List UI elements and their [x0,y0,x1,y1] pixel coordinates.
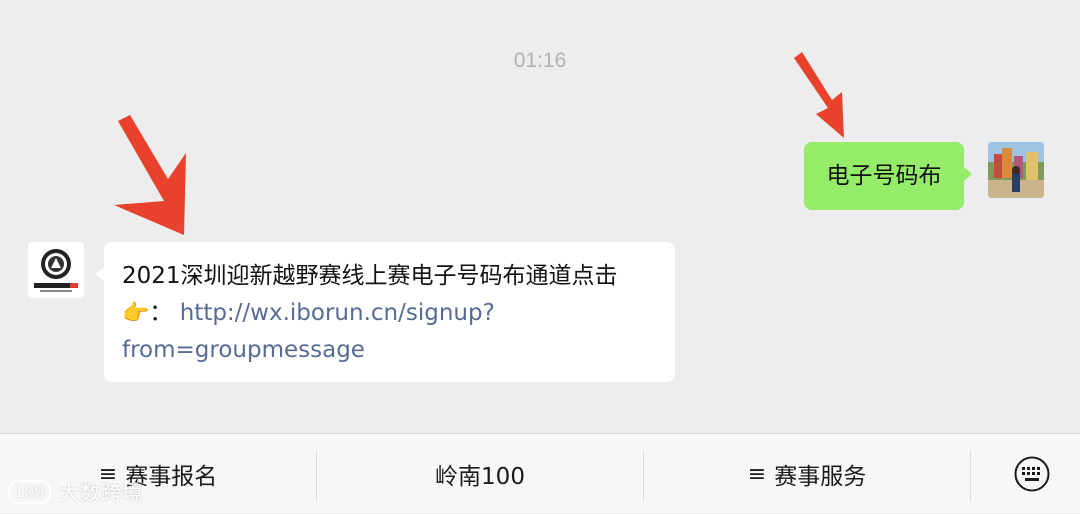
annotation-arrow-icon [114,115,186,235]
menu-item-lingnan100[interactable]: 岭南100 [317,434,643,514]
chat-area[interactable]: 01:16 电子号码布 2021深圳迎新越野赛线上赛电子号码布通道点击 👉： h… [0,0,1080,433]
signup-link-continued[interactable]: from=groupmessage [122,337,365,363]
message-headline: 2021深圳迎新越野赛线上赛电子号码布通道点击 [122,263,618,289]
user-avatar[interactable] [988,142,1044,198]
signup-link[interactable]: http://wx.iborun.cn/signup? [180,300,495,326]
message-line: from=groupmessage [122,332,667,369]
menu-item-services[interactable]: ≡ 赛事服务 [644,434,970,514]
outgoing-message-text: 电子号码布 [826,163,942,189]
watermark-logo: 100 [8,480,51,504]
message-line: 2021深圳迎新越野赛线上赛电子号码布通道点击 [122,258,667,295]
menu-burger-icon: ≡ [747,461,767,487]
menu-item-label: 赛事服务 [774,464,867,490]
lingnan100-logo [28,242,84,298]
keyboard-icon[interactable] [1013,455,1051,493]
user-photo-image [988,142,1044,198]
message-line: 👉： http://wx.iborun.cn/signup? [122,295,667,332]
pointing-hand-icon: 👉 [122,301,150,326]
official-account-avatar[interactable] [28,242,84,298]
menu-divider [970,450,971,502]
message-colon: ： [149,300,173,326]
annotation-arrow-icon [794,52,844,138]
watermark-text: 大数跨境 [58,481,143,505]
outgoing-message-bubble[interactable]: 电子号码布 [804,142,972,210]
watermark: 100 大数跨境 [8,477,143,507]
menu-item-label: 岭南100 [435,464,525,490]
incoming-message-bubble[interactable]: 2021深圳迎新越野赛线上赛电子号码布通道点击 👉： http://wx.ibo… [96,242,675,382]
message-timestamp: 01:16 [513,49,567,72]
official-account-menu-bar: ≡ 赛事报名 岭南100 ≡ 赛事服务 [0,433,1080,513]
